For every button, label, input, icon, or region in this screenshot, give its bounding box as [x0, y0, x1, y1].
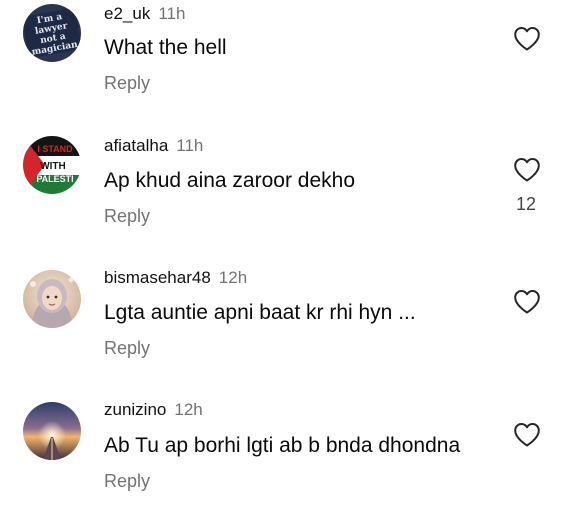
avatar[interactable]: I STAND WITH PALESTI	[23, 136, 81, 194]
comment-text: Lgta auntie apni baat kr rhi hyn ...	[104, 301, 416, 324]
timestamp: 12h	[174, 400, 203, 419]
username[interactable]: zunizino	[104, 400, 166, 419]
comment-text: What the hell	[104, 36, 227, 59]
avatar-text-line: PALESTI	[36, 174, 73, 184]
avatar[interactable]	[23, 402, 81, 460]
username[interactable]: bismasehar48	[104, 268, 211, 287]
comment-text: Ap khud aina zaroor dekho	[104, 169, 356, 192]
reply-button[interactable]: Reply	[104, 470, 150, 492]
lawyer-sign-avatar-icon: I'm a lawyer not a magician	[23, 4, 81, 62]
username[interactable]: e2_uk	[104, 4, 150, 23]
palestine-flag-avatar-icon: I STAND WITH PALESTI	[23, 136, 81, 194]
reply-button[interactable]: Reply	[104, 205, 150, 227]
like-count: 12	[515, 194, 537, 214]
comment-meta: bismasehar48 12h	[104, 268, 247, 288]
girl-hijab-avatar-icon	[23, 270, 81, 328]
timestamp: 11h	[176, 136, 204, 155]
username[interactable]: afiatalha	[104, 136, 168, 155]
comment-item: I'm a lawyer not a magician e2_uk 11h Wha…	[0, 0, 570, 132]
avatar-text-line: I STAND	[37, 144, 73, 154]
comment-meta: zunizino 12h	[104, 400, 203, 420]
comment-text: Ab Tu ap borhi lgti ab b bnda dhondna	[104, 434, 461, 457]
avatar[interactable]	[23, 270, 81, 328]
heart-icon	[514, 158, 540, 182]
like-button[interactable]	[513, 26, 541, 52]
comment-item: bismasehar48 12h Lgta auntie apni baat kr…	[0, 264, 570, 396]
comment-meta: e2_uk 11h	[104, 4, 185, 24]
comment-meta: afiatalha 11h	[104, 136, 203, 156]
like-button[interactable]	[513, 157, 541, 183]
reply-button[interactable]: Reply	[104, 72, 150, 94]
like-button[interactable]	[513, 422, 541, 448]
avatar[interactable]: I'm a lawyer not a magician	[23, 4, 81, 62]
heart-icon	[514, 27, 540, 51]
like-button[interactable]	[513, 289, 541, 315]
comment-item: I STAND WITH PALESTI afiatalha 11h Ap khu…	[0, 132, 570, 264]
timestamp: 12h	[218, 268, 248, 287]
timestamp: 11h	[158, 4, 186, 23]
reply-button[interactable]: Reply	[104, 337, 150, 359]
heart-icon	[514, 423, 540, 447]
avatar-text-line: WITH	[40, 161, 66, 172]
heart-icon	[514, 290, 540, 314]
sunset-road-avatar-icon	[23, 402, 81, 460]
comment-item: zunizino 12h Ab Tu ap borhi lgti ab b bnd…	[0, 396, 570, 528]
